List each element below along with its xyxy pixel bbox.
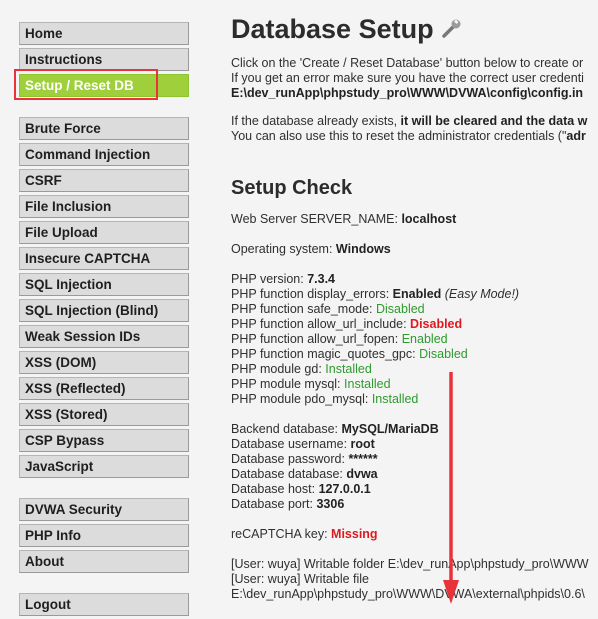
recaptcha-row: reCAPTCHA key: Missing xyxy=(231,527,378,541)
menu-item-csp-bypass[interactable]: CSP Bypass xyxy=(19,429,189,452)
menu-item-file-inclusion[interactable]: File Inclusion xyxy=(19,195,189,218)
db-username-row: Database username: root xyxy=(231,437,375,451)
db-backend-row: Backend database: MySQL/MariaDB xyxy=(231,422,439,436)
menu-item-insecure-captcha[interactable]: Insecure CAPTCHA xyxy=(19,247,189,270)
display-errors-row: PHP function display_errors: Enabled (Ea… xyxy=(231,287,520,301)
setup-check-heading: Setup Check xyxy=(231,177,353,199)
menu-item-sql-injection[interactable]: SQL Injection xyxy=(19,273,189,296)
main-content: Database Setup Click on the 'Create / Re… xyxy=(231,0,598,604)
safe-mode-row: PHP function safe_mode: Disabled xyxy=(231,302,425,316)
config-path: E:\dev_runApp\phpstudy_pro\WWW\DVWA\conf… xyxy=(231,86,584,100)
menu-item-home[interactable]: Home xyxy=(19,22,189,45)
db-password-row: Database password: ****** xyxy=(231,452,378,466)
os-row: Operating system: Windows xyxy=(231,242,391,256)
menu-item-file-upload[interactable]: File Upload xyxy=(19,221,189,244)
intro-line-5: You can also use this to reset the admin… xyxy=(231,129,586,143)
menu-item-xss-dom[interactable]: XSS (DOM) xyxy=(19,351,189,374)
allow-url-include-row: PHP function allow_url_include: Disabled xyxy=(231,317,463,331)
db-host-row: Database host: 127.0.0.1 xyxy=(231,482,371,496)
menu-item-xss-reflected[interactable]: XSS (Reflected) xyxy=(19,377,189,400)
writable-folder-row: [User: wuya] Writable folder E:\dev_runA… xyxy=(231,557,589,571)
menu-item-javascript[interactable]: JavaScript xyxy=(19,455,189,478)
wrench-icon xyxy=(441,17,463,43)
menu-item-sql-injection-blind[interactable]: SQL Injection (Blind) xyxy=(19,299,189,322)
page-title-row: Database Setup xyxy=(231,13,463,45)
sidebar-menu: Home Instructions Setup / Reset DB Brute… xyxy=(0,0,200,616)
writable-file-path-row: E:\dev_runApp\phpstudy_pro\WWW\DVWA\exte… xyxy=(231,587,585,601)
menu-item-php-info[interactable]: PHP Info xyxy=(19,524,189,547)
module-mysql-row: PHP module mysql: Installed xyxy=(231,377,391,391)
menu-item-setup-reset-db[interactable]: Setup / Reset DB xyxy=(19,74,189,97)
menu-item-command-injection[interactable]: Command Injection xyxy=(19,143,189,166)
db-port-row: Database port: 3306 xyxy=(231,497,345,511)
page-title: Database Setup xyxy=(231,14,434,44)
writable-file-row: [User: wuya] Writable file xyxy=(231,572,370,586)
allow-url-fopen-row: PHP function allow_url_fopen: Enabled xyxy=(231,332,448,346)
menu-item-about[interactable]: About xyxy=(19,550,189,573)
db-name-row: Database database: dvwa xyxy=(231,467,378,481)
menu-item-weak-session-ids[interactable]: Weak Session IDs xyxy=(19,325,189,348)
menu-group-settings: DVWA Security PHP Info About xyxy=(19,498,189,576)
module-gd-row: PHP module gd: Installed xyxy=(231,362,372,376)
menu-item-brute-force[interactable]: Brute Force xyxy=(19,117,189,140)
intro-line-4: If the database already exists, it will … xyxy=(231,114,588,128)
intro-line-2: If you get an error make sure you have t… xyxy=(231,71,584,85)
menu-group-logout: Logout xyxy=(19,593,189,619)
intro-line-1: Click on the 'Create / Reset Database' b… xyxy=(231,56,584,70)
php-version-row: PHP version: 7.3.4 xyxy=(231,272,336,286)
menu-item-dvwa-security[interactable]: DVWA Security xyxy=(19,498,189,521)
menu-group-vulnerabilities: Brute Force Command Injection CSRF File … xyxy=(19,117,189,481)
menu-item-logout[interactable]: Logout xyxy=(19,593,189,616)
menu-item-xss-stored[interactable]: XSS (Stored) xyxy=(19,403,189,426)
module-pdo-row: PHP module pdo_mysql: Installed xyxy=(231,392,419,406)
menu-item-csrf[interactable]: CSRF xyxy=(19,169,189,192)
magic-quotes-row: PHP function magic_quotes_gpc: Disabled xyxy=(231,347,468,361)
menu-item-instructions[interactable]: Instructions xyxy=(19,48,189,71)
menu-group-main: Home Instructions Setup / Reset DB xyxy=(19,22,189,100)
server-name-row: Web Server SERVER_NAME: localhost xyxy=(231,212,457,226)
